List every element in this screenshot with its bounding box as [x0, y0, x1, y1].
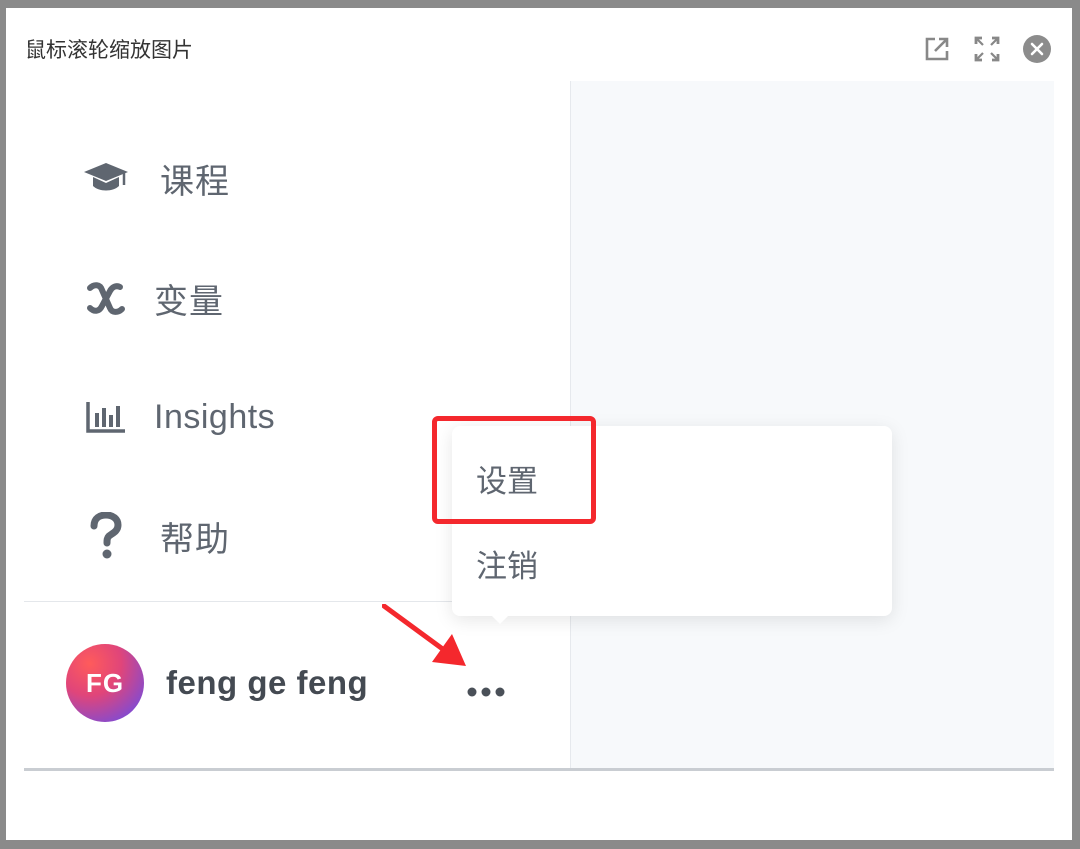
- annotation-arrow-icon: [382, 604, 466, 666]
- close-button[interactable]: [1022, 34, 1052, 64]
- window-title: 鼠标滚轮缩放图片: [25, 38, 193, 62]
- variable-x-icon: [80, 272, 132, 324]
- fullscreen-button[interactable]: [972, 34, 1002, 64]
- close-icon: [1023, 35, 1051, 63]
- question-mark-icon: [80, 510, 132, 562]
- open-external-icon: [925, 37, 949, 61]
- sidebar-item-label: Insights: [154, 397, 276, 436]
- image-viewer-window: 鼠标滚轮缩放图片 课程 变量 Insights 帮助 FG feng ge fe…: [6, 8, 1072, 840]
- more-options-button[interactable]: [464, 678, 508, 706]
- user-name: feng ge feng: [166, 664, 369, 701]
- avatar[interactable]: FG: [66, 644, 144, 722]
- popup-pointer: [484, 608, 516, 624]
- menu-item-logout[interactable]: 注销: [476, 541, 538, 586]
- more-dots-icon: [467, 687, 505, 697]
- sidebar-item-variables[interactable]: 变量: [80, 268, 224, 328]
- sidebar-item-label: 变量: [154, 281, 224, 322]
- sidebar-item-help[interactable]: 帮助: [80, 506, 230, 566]
- user-profile[interactable]: FG feng ge feng: [66, 643, 368, 723]
- sidebar-item-label: 帮助: [160, 519, 230, 560]
- sidebar-item-courses[interactable]: 课程: [80, 148, 230, 208]
- open-external-button[interactable]: [922, 34, 952, 64]
- sidebar-item-insights[interactable]: Insights: [80, 387, 275, 447]
- sidebar-item-label: 课程: [160, 161, 230, 202]
- bar-chart-icon: [80, 391, 132, 443]
- graduation-cap-icon: [80, 152, 132, 204]
- fullscreen-icon: [974, 36, 1000, 62]
- annotation-highlight-box: [432, 416, 596, 524]
